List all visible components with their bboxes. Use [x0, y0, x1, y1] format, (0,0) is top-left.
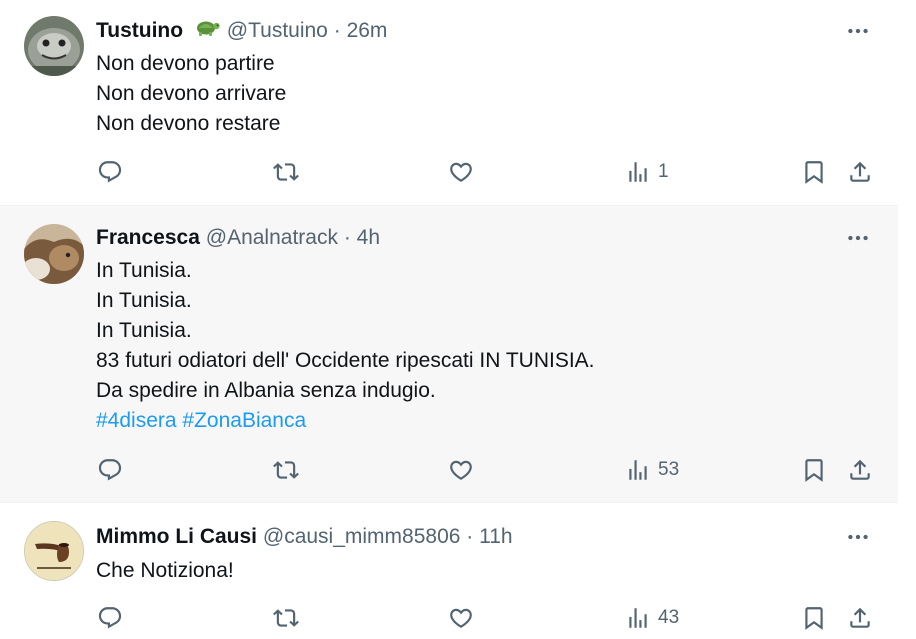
share-button[interactable] [847, 453, 873, 487]
views-bar-chart-icon [625, 159, 651, 185]
tweet-mimmo[interactable]: Mimmo Li Causi @causi_mimm85806 · 11h Ch… [0, 503, 898, 639]
share-icon [847, 605, 873, 631]
tweet-time[interactable]: 26m [347, 19, 388, 42]
avatar[interactable] [24, 224, 84, 284]
views-bar-chart-icon [625, 457, 651, 483]
bookmark-button[interactable] [801, 453, 827, 487]
bookmark-button[interactable] [801, 155, 827, 189]
tweet-francesca[interactable]: Francesca @Analnatrack · 4h In Tunisia. … [0, 206, 898, 503]
reply-icon [97, 605, 123, 631]
bookmark-icon [801, 605, 827, 631]
tweet-actions: 43 [0, 601, 898, 635]
views-count: 43 [658, 607, 680, 628]
tweet-text: In Tunisia. In Tunisia. In Tunisia. 83 f… [96, 256, 595, 436]
more-dots-icon[interactable] [838, 522, 878, 552]
hashtag-link[interactable]: #4disera [96, 409, 177, 432]
tweet-actions: 1 [0, 155, 898, 189]
tweet-actions: 53 [0, 453, 898, 487]
views-count: 53 [658, 459, 680, 480]
tweet-time[interactable]: 11h [479, 525, 512, 548]
separator-dot: · [333, 19, 341, 42]
heart-icon [448, 605, 474, 631]
views-button[interactable]: 53 [625, 453, 679, 487]
retweet-button[interactable] [273, 155, 299, 189]
more-dots-icon[interactable] [838, 16, 878, 46]
heart-icon [448, 159, 474, 185]
reply-icon [97, 159, 123, 185]
tweet-line: In Tunisia. [96, 289, 192, 312]
display-name[interactable]: Mimmo Li Causi [96, 525, 257, 548]
like-button[interactable] [448, 155, 474, 189]
views-button[interactable]: 43 [625, 601, 679, 635]
scrollbar[interactable] [898, 0, 916, 639]
user-handle[interactable]: @causi_mimm85806 [263, 525, 461, 548]
like-button[interactable] [448, 601, 474, 635]
reply-button[interactable] [97, 453, 123, 487]
views-bar-chart-icon [625, 605, 651, 631]
like-button[interactable] [448, 453, 474, 487]
user-handle[interactable]: @Tustuino [227, 19, 328, 42]
views-button[interactable]: 1 [625, 155, 669, 189]
tweet-text: Che Notiziona! [96, 556, 234, 586]
tweet-line: Non devono arrivare [96, 82, 287, 105]
display-name[interactable]: Francesca [96, 226, 200, 249]
share-button[interactable] [847, 601, 873, 635]
timeline-feed: Tustuino @Tustuino · 26m Non devono part… [0, 0, 898, 639]
avatar[interactable] [24, 16, 84, 76]
tweet-tustuino[interactable]: Tustuino @Tustuino · 26m Non devono part… [0, 0, 898, 206]
retweet-icon [273, 457, 299, 483]
turtle-emoji-icon [193, 16, 221, 46]
reply-icon [97, 457, 123, 483]
bookmark-button[interactable] [801, 601, 827, 635]
bookmark-icon [801, 457, 827, 483]
views-count: 1 [658, 161, 669, 182]
tweet-line: Che Notiziona! [96, 559, 234, 582]
reply-button[interactable] [97, 601, 123, 635]
tweet-header: Francesca @Analnatrack · 4h [96, 223, 380, 253]
hashtag-link[interactable]: #ZonaBianca [182, 409, 306, 432]
tweet-line: Non devono partire [96, 52, 275, 75]
tweet-text: Non devono partire Non devono arrivare N… [96, 49, 286, 139]
user-handle[interactable]: @Analnatrack [206, 226, 338, 249]
bookmark-icon [801, 159, 827, 185]
tweet-line: In Tunisia. [96, 259, 192, 282]
separator-dot: · [466, 525, 474, 548]
more-dots-icon[interactable] [838, 223, 878, 253]
reply-button[interactable] [97, 155, 123, 189]
tweet-line: Non devono restare [96, 112, 281, 135]
retweet-button[interactable] [273, 601, 299, 635]
tweet-header: Tustuino @Tustuino · 26m [96, 16, 387, 46]
avatar[interactable] [24, 521, 84, 581]
tweet-header: Mimmo Li Causi @causi_mimm85806 · 11h [96, 522, 513, 552]
hashtag-line: #4disera #ZonaBianca [96, 406, 595, 436]
retweet-button[interactable] [273, 453, 299, 487]
tweet-line: In Tunisia. [96, 319, 192, 342]
tweet-line: Da spedire in Albania senza indugio. [96, 379, 436, 402]
separator-dot: · [343, 226, 351, 249]
display-name[interactable]: Tustuino [96, 19, 183, 42]
share-icon [847, 159, 873, 185]
tweet-time[interactable]: 4h [357, 226, 380, 249]
retweet-icon [273, 605, 299, 631]
heart-icon [448, 457, 474, 483]
share-icon [847, 457, 873, 483]
tweet-line: 83 futuri odiatori dell' Occidente ripes… [96, 349, 595, 372]
share-button[interactable] [847, 155, 873, 189]
retweet-icon [273, 159, 299, 185]
